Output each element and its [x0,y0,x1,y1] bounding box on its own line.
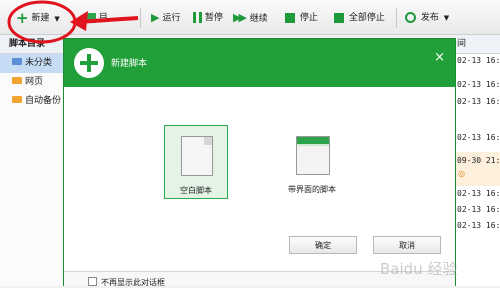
annotation-overlay [7,0,139,44]
highlight-ellipse [7,0,77,44]
watermark: Baidu 经验 [380,260,458,278]
